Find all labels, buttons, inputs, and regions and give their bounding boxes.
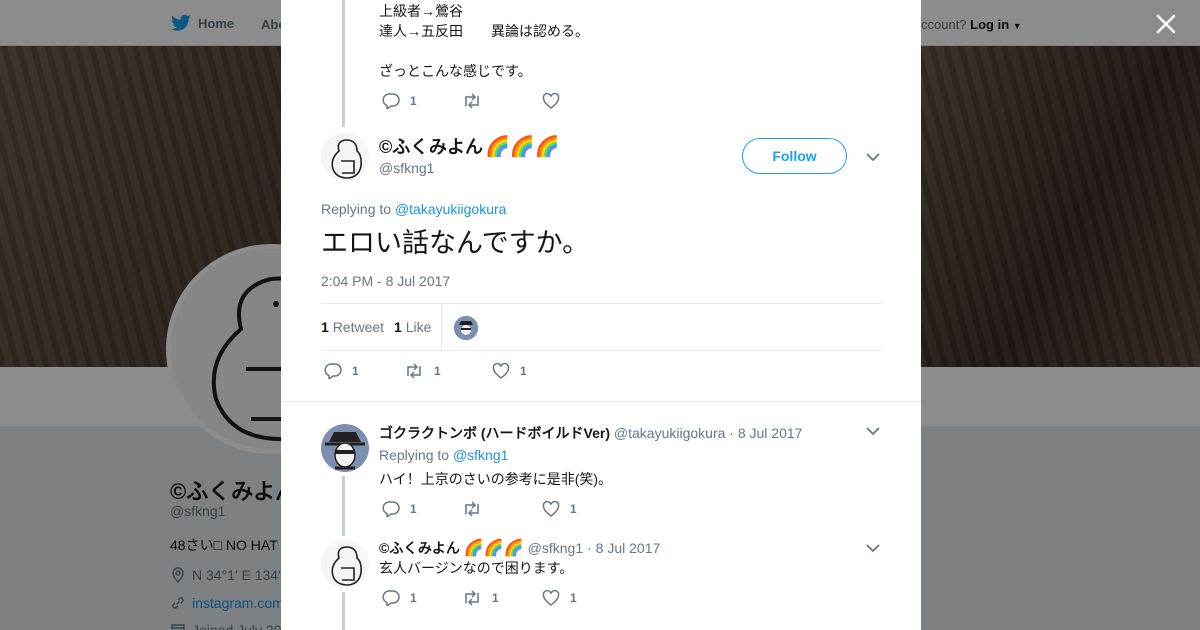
heart-icon <box>542 590 560 606</box>
retweet-icon <box>465 590 479 606</box>
reply-replying-to: Replying to @sfkng1 <box>379 447 508 463</box>
reply-button[interactable]: 1 <box>324 363 404 379</box>
reply-author-avatar[interactable] <box>321 424 369 472</box>
like-stat-count: 1 <box>394 319 402 335</box>
heart-icon <box>492 363 510 379</box>
reply-author-name[interactable]: ゴクラクトンボ (ハードボイルドVer) <box>379 425 610 441</box>
reply-author-handle[interactable]: @takayukiigokura <box>614 425 726 441</box>
liker-avatar[interactable] <box>454 316 478 340</box>
reply-icon <box>382 590 400 606</box>
replying-prefix: Replying to <box>379 447 450 463</box>
reply-count: 1 <box>352 364 359 378</box>
tweet-modal: 上級者→鶯谷 達人→五反田 異論は認める。 ざっとこんな感じです。 1 ©ふくみ… <box>281 0 921 630</box>
thread-line <box>342 592 345 630</box>
reply-icon <box>324 363 342 379</box>
rainbow-emoji: 🌈🌈🌈 <box>463 540 524 557</box>
hat-man-icon <box>325 432 365 470</box>
retweet-stat[interactable]: 1 Retweet <box>321 319 384 335</box>
like-count: 1 <box>520 364 527 378</box>
reply-author-avatar[interactable] <box>321 540 369 588</box>
retweet-button[interactable] <box>462 501 542 517</box>
reply-actions: 1 1 <box>382 501 577 517</box>
retweet-button[interactable]: 1 <box>462 590 542 606</box>
replying-to-link[interactable]: @takayukiigokura <box>395 201 507 217</box>
thread-line <box>342 0 345 127</box>
stats-divider <box>441 304 442 350</box>
cat-drawing-icon <box>331 546 362 586</box>
retweet-stat-label: Retweet <box>332 319 385 335</box>
like-count: 1 <box>570 502 577 516</box>
reply-count: 1 <box>410 502 417 516</box>
reply-count: 1 <box>410 591 417 605</box>
like-count: 1 <box>570 591 577 605</box>
rainbow-emoji: 🌈🌈🌈 <box>484 135 560 158</box>
reply-button[interactable]: 1 <box>382 590 462 606</box>
author-name[interactable]: ©ふくみよん 🌈🌈🌈 <box>379 133 560 159</box>
chevron-down-icon[interactable] <box>866 426 880 436</box>
reply-button[interactable]: 1 <box>382 93 462 109</box>
reply-author-handle[interactable]: @sfkng1 <box>528 540 583 556</box>
retweet-icon <box>465 93 479 109</box>
prev-tweet-line3: ざっとこんな感じです。 <box>379 63 532 79</box>
reply-header: ゴクラクトンボ (ハードボイルドVer) @takayukiigokura · … <box>379 423 802 443</box>
retweet-icon <box>407 363 421 379</box>
chevron-down-icon[interactable] <box>866 152 880 162</box>
like-button[interactable]: 1 <box>492 363 527 379</box>
retweet-stat-count: 1 <box>321 319 329 335</box>
retweet-button[interactable]: 1 <box>404 363 492 379</box>
reply-icon <box>382 501 400 517</box>
replying-prefix: Replying to <box>321 201 392 217</box>
retweet-icon <box>465 501 479 517</box>
retweet-count: 1 <box>492 591 499 605</box>
author-name-text: ©ふくみよん <box>379 137 483 157</box>
hat-man-icon <box>454 316 478 340</box>
like-stat[interactable]: 1 Like <box>394 319 431 335</box>
reply-date[interactable]: · 8 Jul 2017 <box>729 425 802 441</box>
retweet-button[interactable] <box>462 93 542 109</box>
reply-author-name[interactable]: ©ふくみよん <box>379 538 460 558</box>
tweet-timestamp[interactable]: 2:04 PM - 8 Jul 2017 <box>321 273 450 289</box>
like-button[interactable]: 1 <box>542 501 577 517</box>
replying-to: Replying to @takayukiigokura <box>321 201 506 217</box>
retweet-count: 1 <box>434 364 441 378</box>
follow-button-label: Follow <box>772 148 817 164</box>
prev-tweet-line1: 上級者→鶯谷 <box>379 3 463 19</box>
tweet-stats: 1 Retweet 1 Like <box>321 303 881 351</box>
heart-icon <box>542 501 560 517</box>
reply-date[interactable]: · 8 Jul 2017 <box>587 540 660 556</box>
like-button[interactable] <box>542 93 560 109</box>
replies-separator <box>281 401 921 402</box>
author-avatar[interactable] <box>321 133 369 181</box>
follow-button[interactable]: Follow <box>742 138 847 174</box>
like-stat-label: Like <box>405 319 432 335</box>
reply-text: 玄人バージンなので困ります。 <box>379 560 574 576</box>
reply-header: ©ふくみよん 🌈🌈🌈 @sfkng1 · 8 Jul 2017 <box>379 538 660 558</box>
reply-icon <box>382 93 400 109</box>
chevron-down-icon[interactable] <box>866 543 880 553</box>
heart-icon <box>542 93 560 109</box>
prev-tweet-actions: 1 <box>382 93 560 109</box>
like-button[interactable]: 1 <box>542 590 577 606</box>
author-handle[interactable]: @sfkng1 <box>379 160 434 176</box>
reply-actions: 1 1 1 <box>382 590 577 606</box>
reply-text: ハイ！上京のさいの参考に是非(笑)。 <box>379 471 613 487</box>
reply-count: 1 <box>410 94 417 108</box>
reply-button[interactable]: 1 <box>382 501 462 517</box>
tweet-text: エロい話なんですか。 <box>321 228 590 258</box>
close-icon[interactable] <box>1154 12 1178 36</box>
thread-line <box>342 476 345 536</box>
main-tweet-actions: 1 1 1 <box>324 363 527 379</box>
cat-drawing-icon <box>331 139 362 179</box>
replying-to-link[interactable]: @sfkng1 <box>453 447 508 463</box>
prev-tweet-line2: 達人→五反田 異論は認める。 <box>379 23 589 39</box>
